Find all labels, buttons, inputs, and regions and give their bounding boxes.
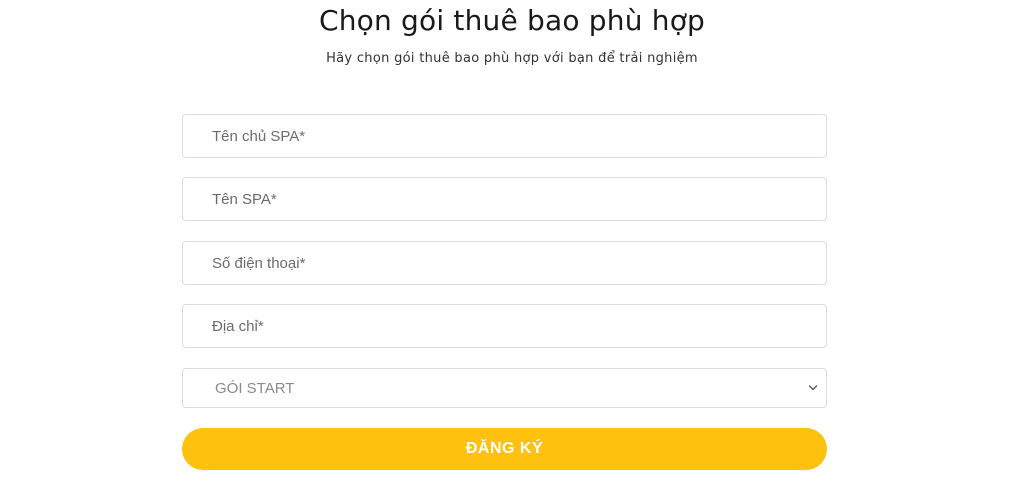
owner-name-field-wrapper xyxy=(182,114,827,158)
package-select[interactable]: GÓI START xyxy=(182,368,827,408)
package-select-value: GÓI START xyxy=(215,380,295,397)
owner-name-input[interactable] xyxy=(183,115,826,157)
spa-name-field-wrapper xyxy=(182,177,827,221)
page-title: Chọn gói thuê bao phù hợp xyxy=(318,4,706,37)
address-field-wrapper xyxy=(182,304,827,348)
address-input[interactable] xyxy=(183,305,826,347)
register-button[interactable]: ĐĂNG KÝ xyxy=(182,428,827,470)
phone-field-wrapper xyxy=(182,241,827,285)
spa-name-input[interactable] xyxy=(183,178,826,220)
subscription-page: Chọn gói thuê bao phù hợp Hãy chọn gói t… xyxy=(0,0,1024,482)
page-subtitle: Hãy chọn gói thuê bao phù hợp với bạn để… xyxy=(326,51,698,66)
chevron-down-icon xyxy=(808,385,818,391)
phone-input[interactable] xyxy=(183,242,826,284)
